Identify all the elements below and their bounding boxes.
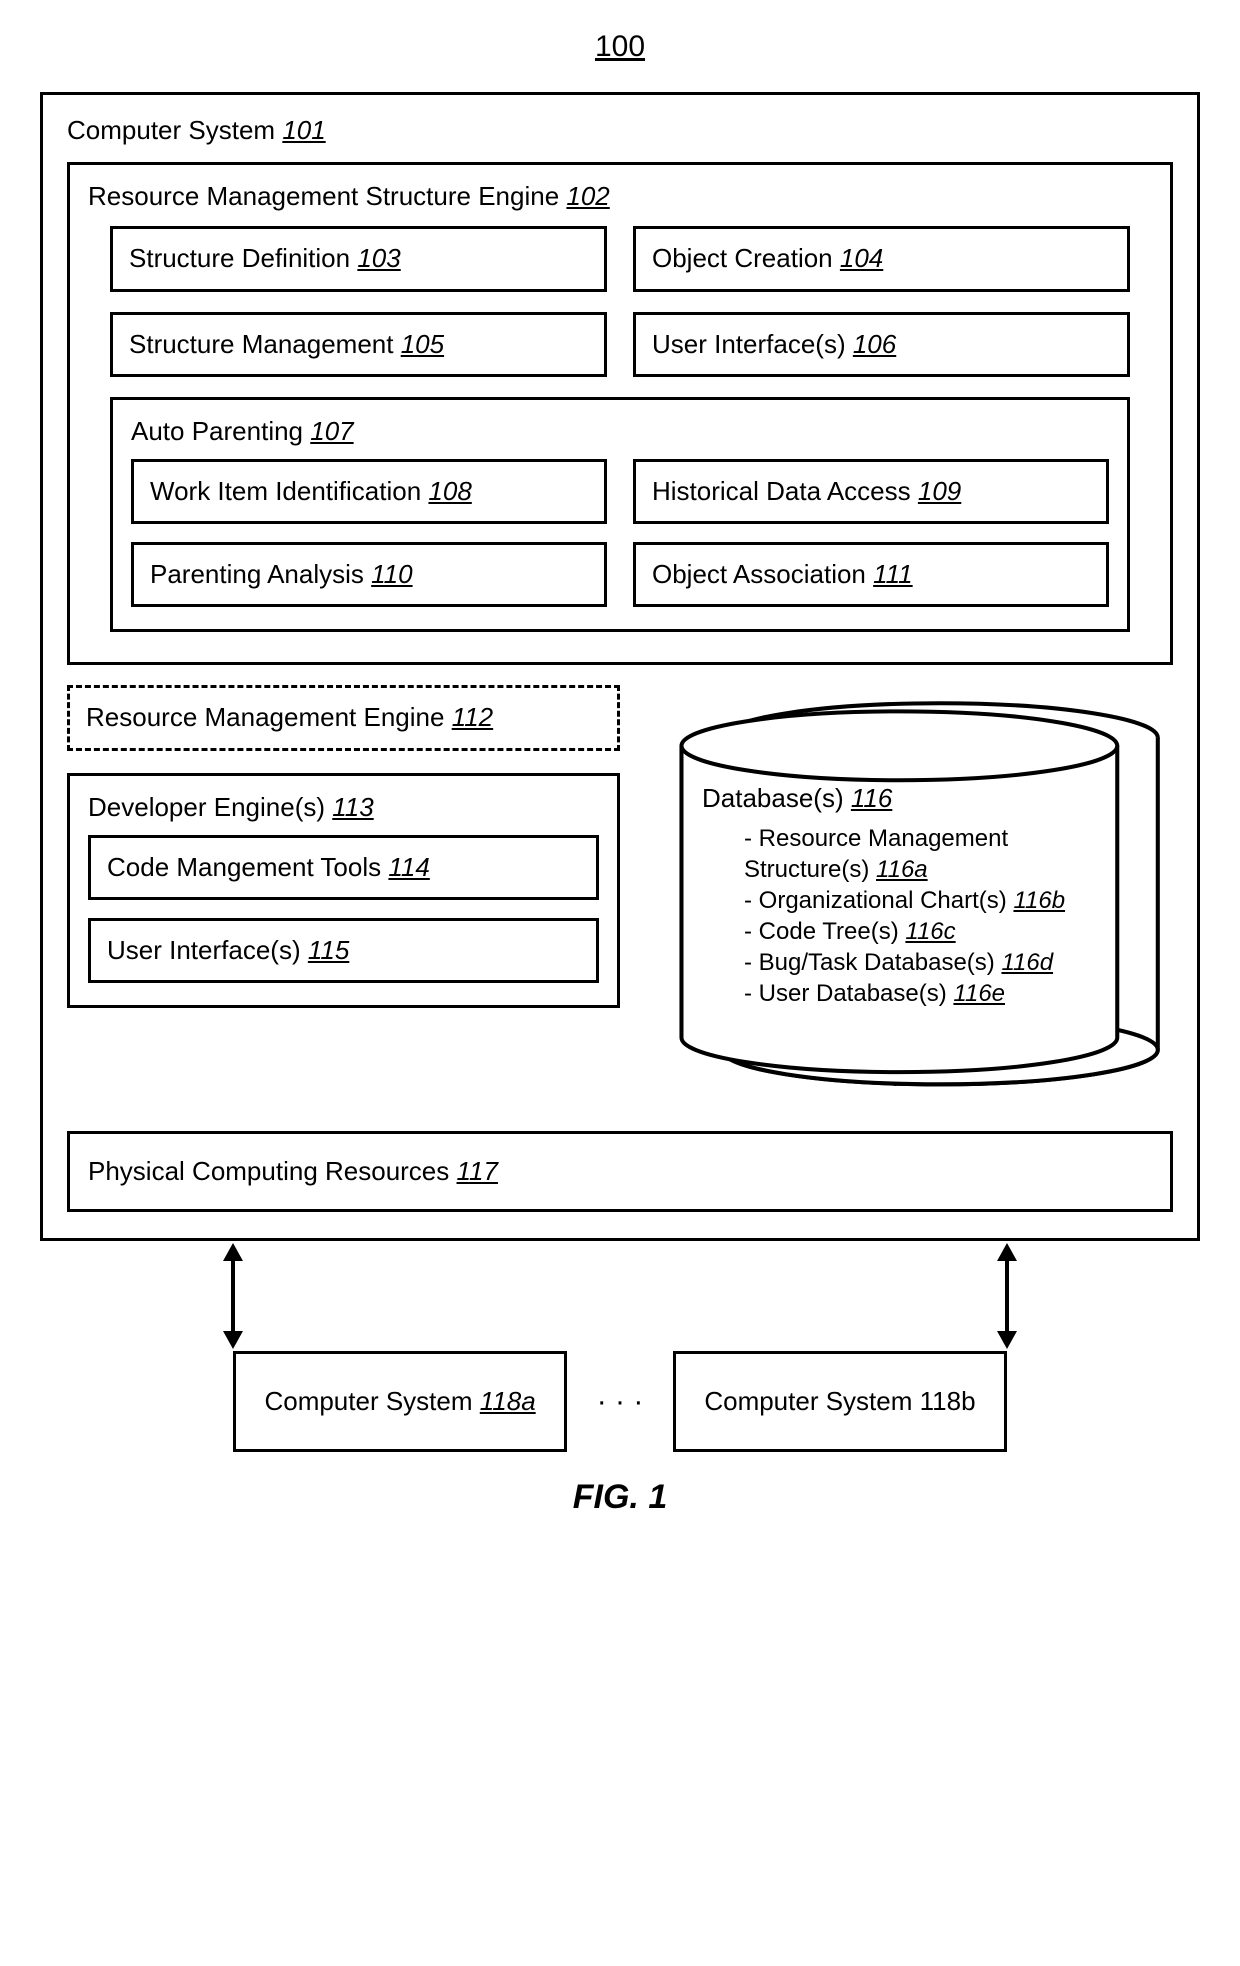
rms-engine-102: Resource Management Structure Engine 102… (67, 162, 1173, 665)
text: Developer Engine(s) (88, 792, 325, 822)
resource-management-engine-112: Resource Management Engine 112 (67, 685, 620, 750)
structure-definition-103: Structure Definition 103 (110, 226, 607, 291)
ref: 113 (332, 792, 373, 822)
ref: 118a (480, 1386, 536, 1416)
ref: 116a (876, 856, 928, 883)
computer-system-118a: Computer System 118a (233, 1351, 566, 1452)
text: Code Mangement Tools (107, 852, 381, 882)
databases-label: Database(s) 116 (702, 783, 1133, 814)
text: User Interface(s) (107, 935, 301, 965)
physical-computing-resources-117: Physical Computing Resources 117 (67, 1131, 1173, 1212)
developer-engines-113: Developer Engine(s) 113 Code Mangement T… (67, 773, 620, 1009)
text: Historical Data Access (652, 476, 911, 506)
text: Computer System (67, 115, 275, 145)
structure-management-105: Structure Management 105 (110, 312, 607, 377)
ref: 116 (851, 783, 892, 813)
ref: 103 (357, 243, 400, 273)
text: Parenting Analysis (150, 559, 364, 589)
object-creation-104: Object Creation 104 (633, 226, 1130, 291)
text: Work Item Identification (150, 476, 421, 506)
ref: 112 (452, 702, 493, 732)
double-arrow-icon (203, 1241, 263, 1351)
text: Physical Computing Resources (88, 1156, 449, 1186)
text: User Interface(s) (652, 329, 846, 359)
ref: 114 (388, 852, 429, 882)
ref: 116c (905, 918, 955, 945)
ref: 117 (457, 1156, 498, 1186)
ref: 110 (371, 559, 412, 589)
text: - Code Tree(s) (744, 918, 899, 945)
auto-parenting-107: Auto Parenting 107 Work Item Identificat… (110, 397, 1130, 633)
parenting-analysis-110: Parenting Analysis 110 (131, 542, 607, 607)
ref: 111 (873, 559, 913, 589)
text: Computer System 118b (704, 1386, 975, 1416)
ellipsis: · · · (597, 1385, 644, 1419)
db-ellipsis: . . . (646, 1062, 1173, 1093)
ref: 115 (308, 935, 349, 965)
text: - Organizational Chart(s) (744, 887, 1007, 914)
ref: 108 (428, 476, 471, 506)
databases-116: Database(s) 116 - Resource Management St… (646, 685, 1173, 1111)
figure-number: 100 (40, 30, 1200, 64)
ref: 116e (953, 980, 1005, 1007)
ref: 101 (282, 115, 325, 145)
computer-system-101-label: Computer System 101 (67, 115, 1173, 146)
text: - User Database(s) (744, 980, 947, 1007)
computer-system-101: Computer System 101 Resource Management … (40, 92, 1200, 1241)
text: Structure(s) (744, 856, 869, 883)
text: Structure Definition (129, 243, 350, 273)
auto-parenting-label: Auto Parenting 107 (131, 416, 1109, 447)
text: - Resource Management (744, 825, 1008, 852)
text: - Bug/Task Database(s) (744, 949, 995, 976)
ref: 102 (566, 181, 609, 211)
double-arrow-icon (977, 1241, 1037, 1351)
databases-list: - Resource Management Structure(s) 116a … (702, 825, 1133, 1008)
work-item-identification-108: Work Item Identification 108 (131, 459, 607, 524)
historical-data-access-109: Historical Data Access 109 (633, 459, 1109, 524)
ref: 116d (1001, 949, 1053, 976)
text: Object Creation (652, 243, 833, 273)
object-association-111: Object Association 111 (633, 542, 1109, 607)
text: Object Association (652, 559, 866, 589)
code-management-tools-114: Code Mangement Tools 114 (88, 835, 599, 900)
ref: 105 (401, 329, 444, 359)
text: Resource Management Engine (86, 702, 444, 732)
computer-system-118b: Computer System 118b (673, 1351, 1006, 1452)
ref: 109 (918, 476, 961, 506)
text: Structure Management (129, 329, 393, 359)
user-interfaces-106: User Interface(s) 106 (633, 312, 1130, 377)
figure-caption: FIG. 1 (40, 1478, 1200, 1517)
text: Computer System (264, 1386, 472, 1416)
text: Resource Management Structure Engine (88, 181, 559, 211)
ref: 104 (840, 243, 883, 273)
ref: 116b (1013, 887, 1065, 914)
text: Database(s) (702, 783, 844, 813)
text: Auto Parenting (131, 416, 303, 446)
user-interfaces-115: User Interface(s) 115 (88, 918, 599, 983)
ref: 107 (310, 416, 353, 446)
ref: 106 (853, 329, 896, 359)
developer-engines-label: Developer Engine(s) 113 (88, 792, 599, 823)
rms-engine-label: Resource Management Structure Engine 102 (88, 181, 1152, 212)
